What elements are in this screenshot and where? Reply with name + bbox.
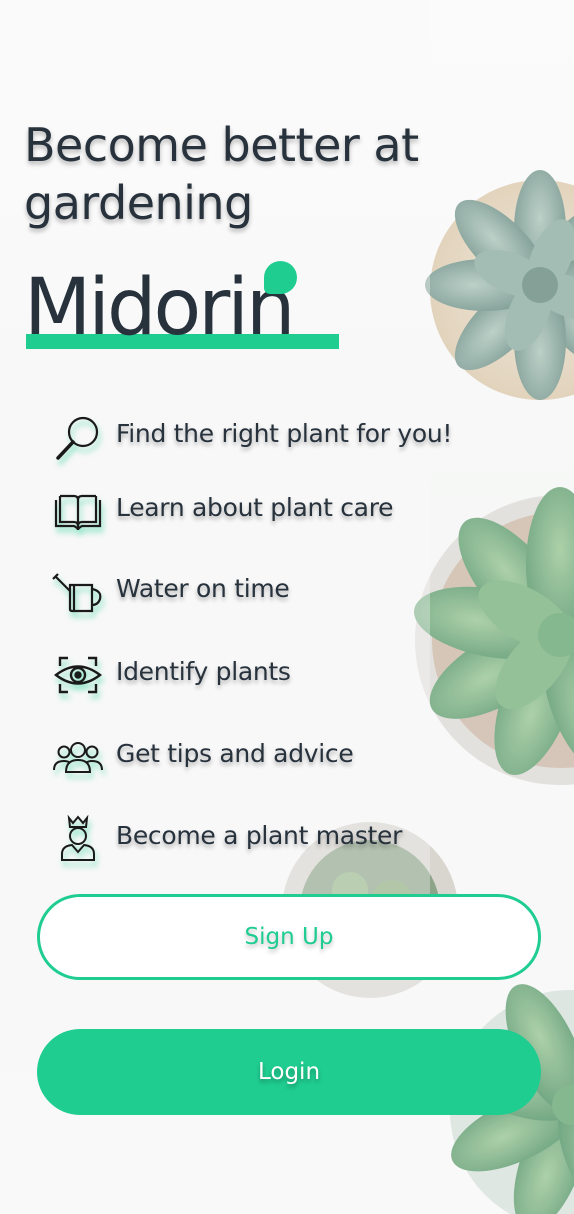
signup-button-label: Sign Up (244, 924, 334, 950)
login-button[interactable]: Login (37, 1029, 541, 1115)
feature-label: Find the right plant for you! (116, 419, 453, 448)
feature-item-find-plant: Find the right plant for you! (52, 402, 552, 462)
brand-logo: Midorin (24, 258, 354, 358)
feature-item-water: Water on time (52, 557, 552, 617)
feature-item-master: Become a plant master (52, 804, 552, 864)
feature-item-tips: Get tips and advice (52, 722, 552, 782)
logo-leaf-dot (264, 261, 297, 294)
magnifier-icon (52, 410, 104, 462)
eye-scan-icon (52, 648, 104, 700)
feature-label: Identify plants (116, 657, 291, 686)
headline: Become better at gardening (24, 118, 419, 230)
welcome-screen: Become better at gardening Midorin Find … (0, 0, 574, 1214)
open-book-icon (52, 484, 104, 536)
feature-list: Find the right plant for you! Learn abou… (52, 402, 552, 882)
watering-can-icon (52, 565, 104, 617)
feature-item-identify: Identify plants (52, 640, 552, 700)
feature-label: Become a plant master (116, 821, 403, 850)
login-button-label: Login (257, 1059, 321, 1085)
feature-label: Water on time (116, 574, 290, 603)
brand-name: Midorin (24, 263, 295, 353)
people-group-icon (52, 730, 104, 782)
signup-button[interactable]: Sign Up (37, 894, 541, 980)
feature-label: Get tips and advice (116, 739, 354, 768)
feature-label: Learn about plant care (116, 493, 394, 522)
crowned-person-icon (52, 812, 104, 864)
feature-item-learn-care: Learn about plant care (52, 476, 552, 536)
